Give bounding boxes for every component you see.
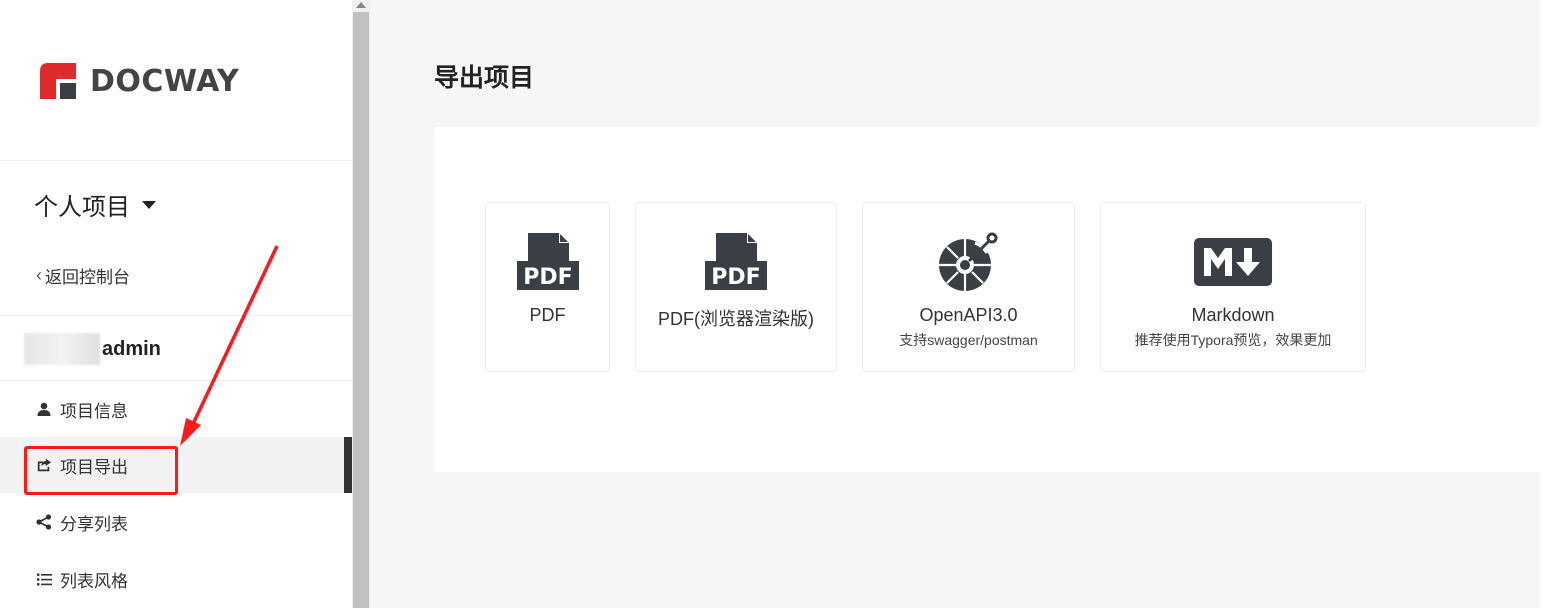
project-switch-dropdown[interactable]: 个人项目 — [34, 187, 156, 222]
active-indicator — [344, 437, 352, 493]
export-openapi-button[interactable]: OpenAPI3.0 支持swagger/postman — [862, 202, 1075, 372]
project-name-label: admin — [102, 337, 161, 360]
export-markdown-button[interactable]: Markdown 推荐使用Typora预览，效果更加 — [1100, 202, 1366, 372]
back-to-console-link[interactable]: ‹ 返回控制台 — [36, 263, 130, 288]
chevron-left-icon: ‹ — [36, 265, 42, 285]
sidebar-item-share-list[interactable]: 分享列表 — [0, 494, 344, 550]
caret-down-icon — [142, 200, 156, 209]
option-label: Markdown — [1191, 305, 1275, 325]
logo-text: DOCWAY — [90, 63, 240, 99]
docway-logo-icon — [40, 63, 76, 99]
user-icon — [36, 401, 52, 417]
export-pdf-browser-button[interactable]: PDF PDF(浏览器渲染版) — [635, 202, 837, 372]
option-label: PDF — [529, 305, 566, 325]
svg-text:PDF: PDF — [711, 265, 760, 290]
divider — [0, 160, 352, 161]
sidebar-item-label: 分享列表 — [60, 514, 128, 534]
sidebar-item-project-info[interactable]: 项目信息 — [0, 381, 344, 437]
markdown-icon — [1194, 231, 1272, 293]
pdf-icon: PDF — [516, 231, 579, 293]
sidebar: DOCWAY 个人项目 ‹ 返回控制台 admin 项目信息 项目导出 分享列表 — [0, 0, 352, 608]
scroll-up-arrow-icon[interactable] — [356, 2, 366, 8]
sidebar-item-label: 列表风格 — [60, 571, 128, 591]
option-sublabel: 支持swagger/postman — [899, 332, 1038, 348]
list-icon — [36, 571, 52, 587]
page-title: 导出项目 — [434, 64, 535, 92]
svg-text:PDF: PDF — [523, 265, 572, 290]
pdf-icon: PDF — [705, 231, 767, 293]
project-switch-label: 个人项目 — [34, 194, 130, 221]
openapi-icon — [937, 231, 1001, 293]
back-link-label: 返回控制台 — [45, 268, 130, 287]
sidebar-item-label: 项目信息 — [60, 401, 128, 421]
sidebar-item-list-style[interactable]: 列表风格 — [0, 551, 344, 607]
logo[interactable]: DOCWAY — [40, 63, 239, 99]
option-sublabel: 推荐使用Typora预览，效果更加 — [1134, 332, 1332, 348]
option-label: PDF(浏览器渲染版) — [658, 309, 814, 329]
annotation-highlight-box — [24, 446, 178, 495]
scrollbar-thumb[interactable] — [353, 12, 369, 608]
export-pdf-button[interactable]: PDF PDF — [485, 202, 610, 372]
right-edge-panel — [1540, 0, 1547, 608]
redacted-text — [24, 333, 100, 365]
option-label: OpenAPI3.0 — [919, 305, 1018, 325]
divider — [0, 315, 352, 316]
project-name: admin — [24, 333, 161, 365]
share-icon — [36, 514, 52, 530]
